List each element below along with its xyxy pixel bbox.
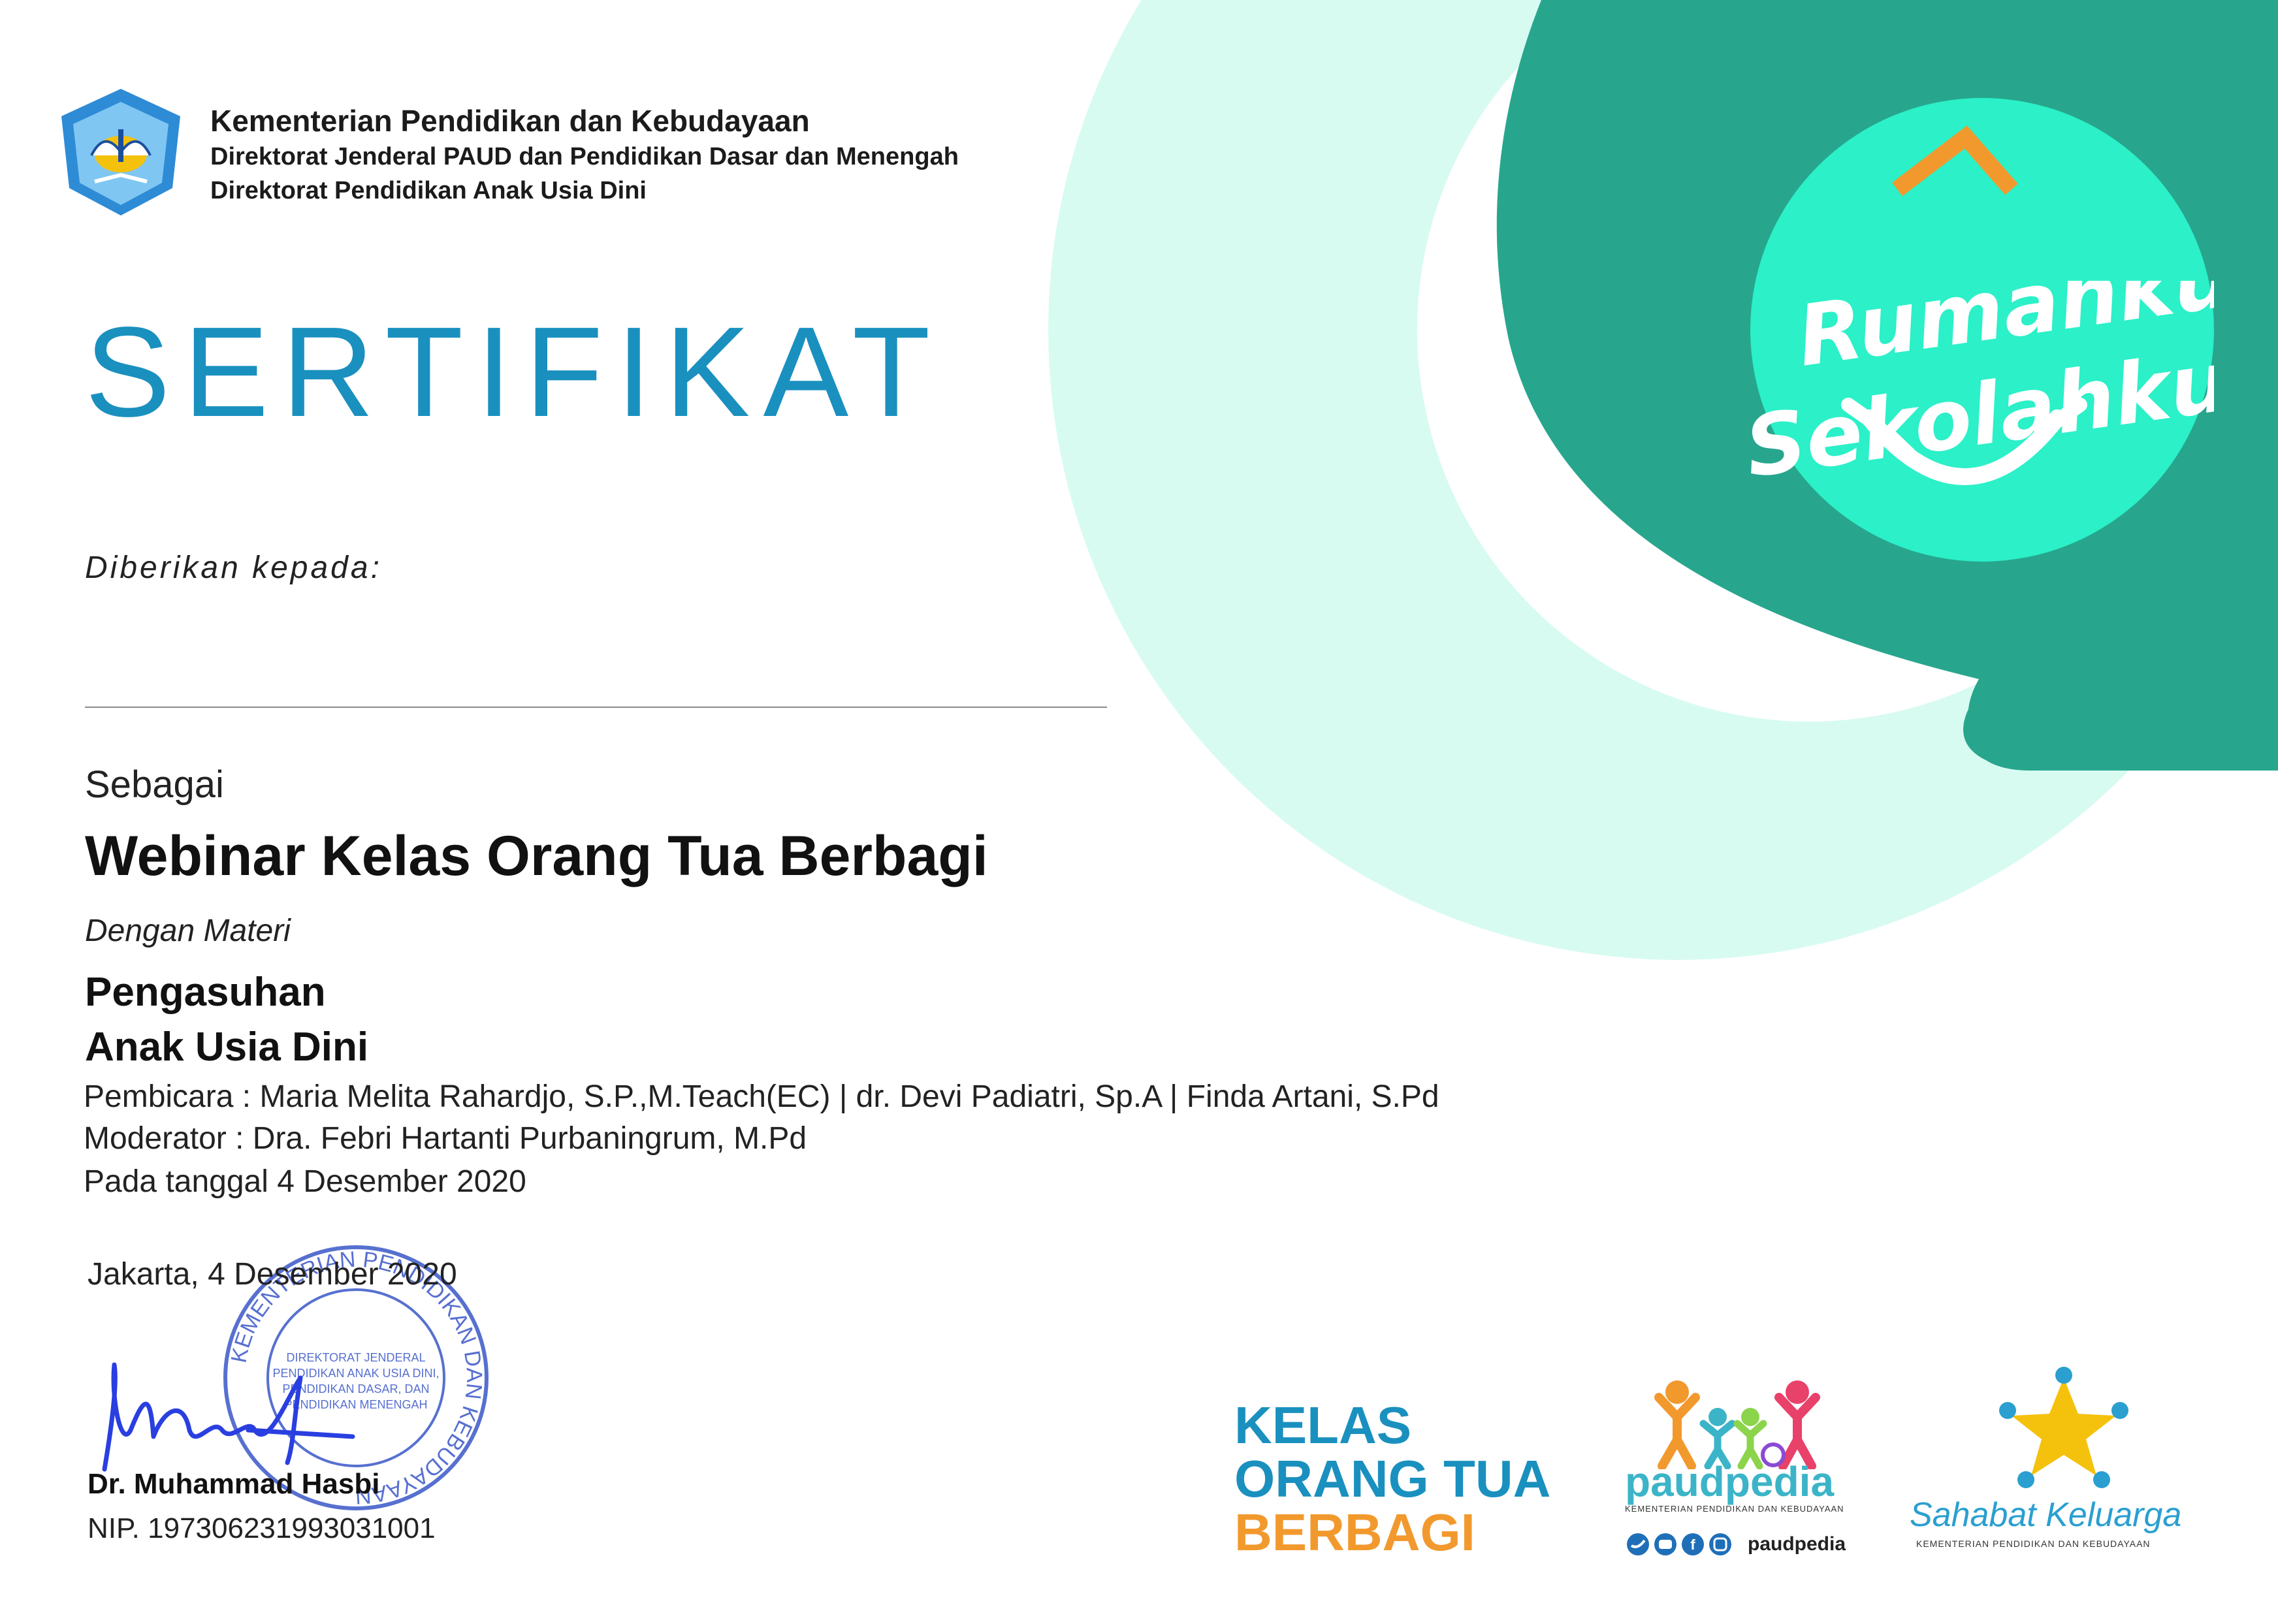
handwritten-signature [102,1362,355,1472]
paudpedia-figures-icon [1654,1380,1820,1469]
ministry-header: Kementerian Pendidikan dan Kebudayaan Di… [210,102,959,208]
svg-text:f: f [1690,1536,1695,1553]
ministry-logo [61,89,180,215]
directorate-general: Direktorat Jenderal PAUD dan Pendidikan … [210,143,959,170]
speakers: Pembicara : Maria Melita Rahardjo, S.P.,… [84,1079,1439,1114]
moderator: Moderator : Dra. Febri Hartanti Purbanin… [84,1121,807,1156]
instagram-icon [1709,1533,1731,1555]
material-label: Dengan Materi [85,914,291,948]
ministry-name: Kementerian Pendidikan dan Kebudayaan [210,104,810,138]
sahabat-keluarga-ministry: KEMENTERIAN PENDIDIKAN DAN KEBUDAYAAN [1916,1538,2151,1549]
material-line-2: Anak Usia Dini [85,1025,369,1070]
rumahku-sekolahku-logo: Rumahku Sekolahku [1740,281,2214,497]
kelas-orang-tua-berbagi-logo: KELAS ORANG TUA BERBAGI [1234,1399,1550,1559]
kob-line-2: ORANG TUA [1234,1450,1551,1508]
paudpedia-handle: paudpedia [1748,1533,1846,1555]
directorate: Direktorat Pendidikan Anak Usia Dini [210,177,647,204]
event-title: Webinar Kelas Orang Tua Berbagi [85,825,988,887]
event-date: Pada tanggal 4 Desember 2020 [84,1164,526,1199]
kob-line-1: KELAS [1234,1396,1412,1454]
signatory-nip: NIP. 197306231993031001 [88,1512,436,1544]
signatory-name: Dr. Muhammad Hasbi [88,1468,380,1500]
social-icons: f [1627,1533,1731,1555]
recipient-name-line [85,707,1107,708]
place-date: Jakarta, 4 Desember 2020 [88,1257,457,1292]
material-line-1: Pengasuhan [85,970,326,1015]
kob-line-3: BERBAGI [1234,1503,1475,1561]
sahabat-keluarga-star-icon [1999,1367,2128,1488]
paudpedia-wordmark: paudpedia [1625,1458,1835,1505]
given-to-label: Diberikan kepada: [85,550,382,585]
certificate-title: SERTIFIKAT [85,300,944,443]
twitter-icon [1627,1533,1649,1555]
sahabat-keluarga-wordmark: Sahabat Keluarga [1910,1496,2182,1534]
paudpedia-ministry: KEMENTERIAN PENDIDIKAN DAN KEBUDAYAAN [1625,1504,1844,1514]
as-label: Sebagai [85,763,224,806]
